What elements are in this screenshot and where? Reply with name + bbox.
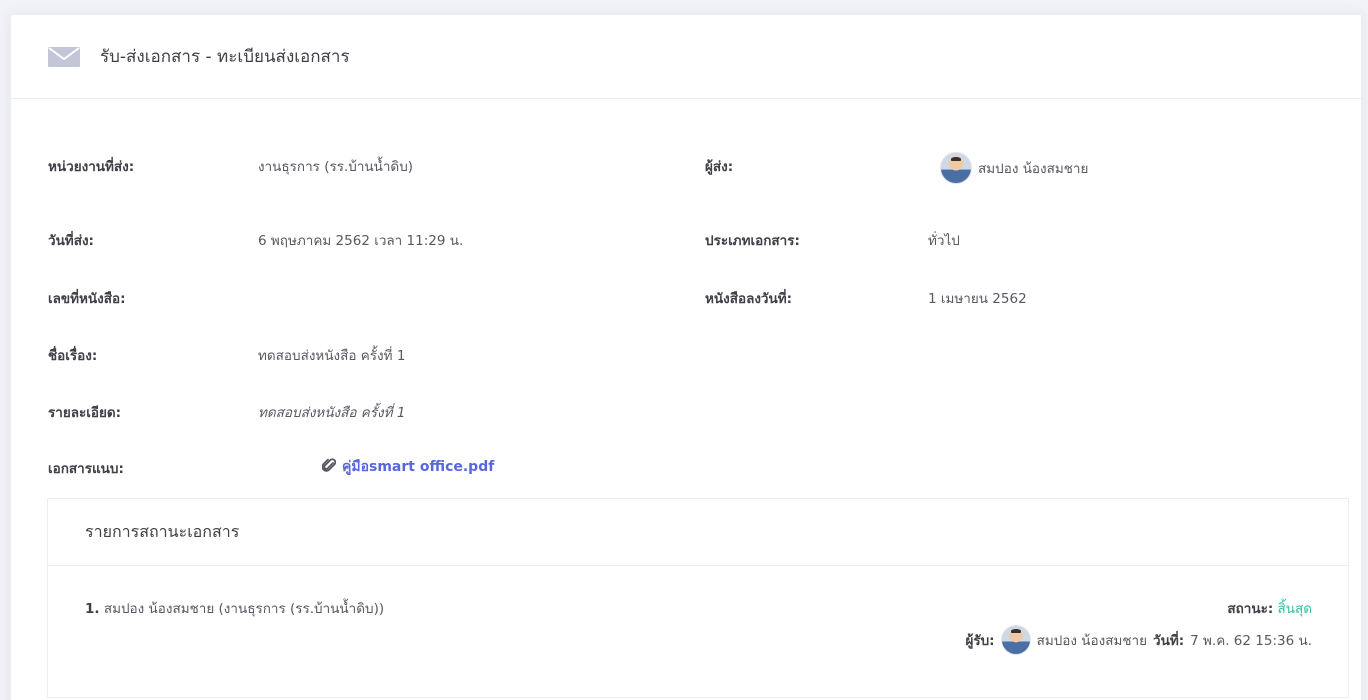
subject-label: ชื่อเรื่อง: [48, 348, 98, 364]
send-date-value: 6 พฤษภาคม 2562 เวลา 11:29 น. [258, 233, 464, 249]
avatar [940, 152, 972, 184]
card-header: รับ-ส่งเอกสาร - ทะเบียนส่งเอกสาร [11, 15, 1361, 99]
status-label: สถานะ: [1227, 601, 1274, 617]
detail-label: รายละเอียด: [48, 405, 122, 421]
page-title: รับ-ส่งเอกสาร - ทะเบียนส่งเอกสาร [100, 47, 350, 67]
envelope-icon [48, 46, 82, 68]
status-entry: 1. สมปอง น้องสมชาย (งานธุรการ (รร.บ้านน้… [85, 597, 384, 619]
receive-date-value: 7 พ.ค. 62 15:36 น. [1190, 633, 1312, 649]
attachment-label: เอกสารแนบ: [48, 461, 124, 477]
sender-name: สมปอง น้องสมชาย [978, 161, 1089, 177]
receiver-row: ผู้รับ: สมปอง น้องสมชาย วันที่: 7 พ.ค. 6… [965, 625, 1312, 655]
sender-value: สมปอง น้องสมชาย [940, 152, 1088, 184]
status-badge: สิ้นสุด [1277, 601, 1312, 617]
receive-date-label: วันที่: [1153, 633, 1185, 649]
status-list-title: รายการสถานะเอกสาร [48, 499, 1348, 566]
subject-value: ทดสอบส่งหนังสือ ครั้งที่ 1 [258, 348, 406, 364]
sender-unit-label: หน่วยงานที่ส่ง: [48, 159, 135, 175]
avatar [1000, 625, 1031, 655]
sender-unit-value: งานธุรการ (รร.บ้านน้ำดิบ) [258, 159, 414, 175]
doc-date-value: 1 เมษายน 2562 [928, 291, 1027, 307]
attachment-link[interactable]: คู่มือsmart office.pdf [321, 456, 495, 478]
receiver-name: สมปอง น้องสมชาย [1036, 633, 1148, 649]
status-entry-index: 1. [85, 601, 100, 617]
doc-type-label: ประเภทเอกสาร: [705, 233, 800, 249]
send-date-label: วันที่ส่ง: [48, 233, 94, 249]
status-value-row: สถานะ: สิ้นสุด [1227, 597, 1312, 619]
attachment-filename: คู่มือsmart office.pdf [342, 459, 495, 475]
status-list-card: รายการสถานะเอกสาร 1. สมปอง น้องสมชาย (งา… [47, 498, 1349, 698]
sender-label: ผู้ส่ง: [705, 159, 734, 175]
doc-number-label: เลขที่หนังสือ: [48, 291, 126, 307]
detail-value: ทดสอบส่งหนังสือ ครั้งที่ 1 [258, 405, 406, 421]
status-entry-text: สมปอง น้องสมชาย (งานธุรการ (รร.บ้านน้ำดิ… [103, 601, 385, 617]
paperclip-icon [321, 457, 337, 477]
doc-type-value: ทั่วไป [928, 233, 960, 249]
doc-date-label: หนังสือลงวันที่: [705, 291, 793, 307]
receiver-label: ผู้รับ: [965, 633, 995, 649]
